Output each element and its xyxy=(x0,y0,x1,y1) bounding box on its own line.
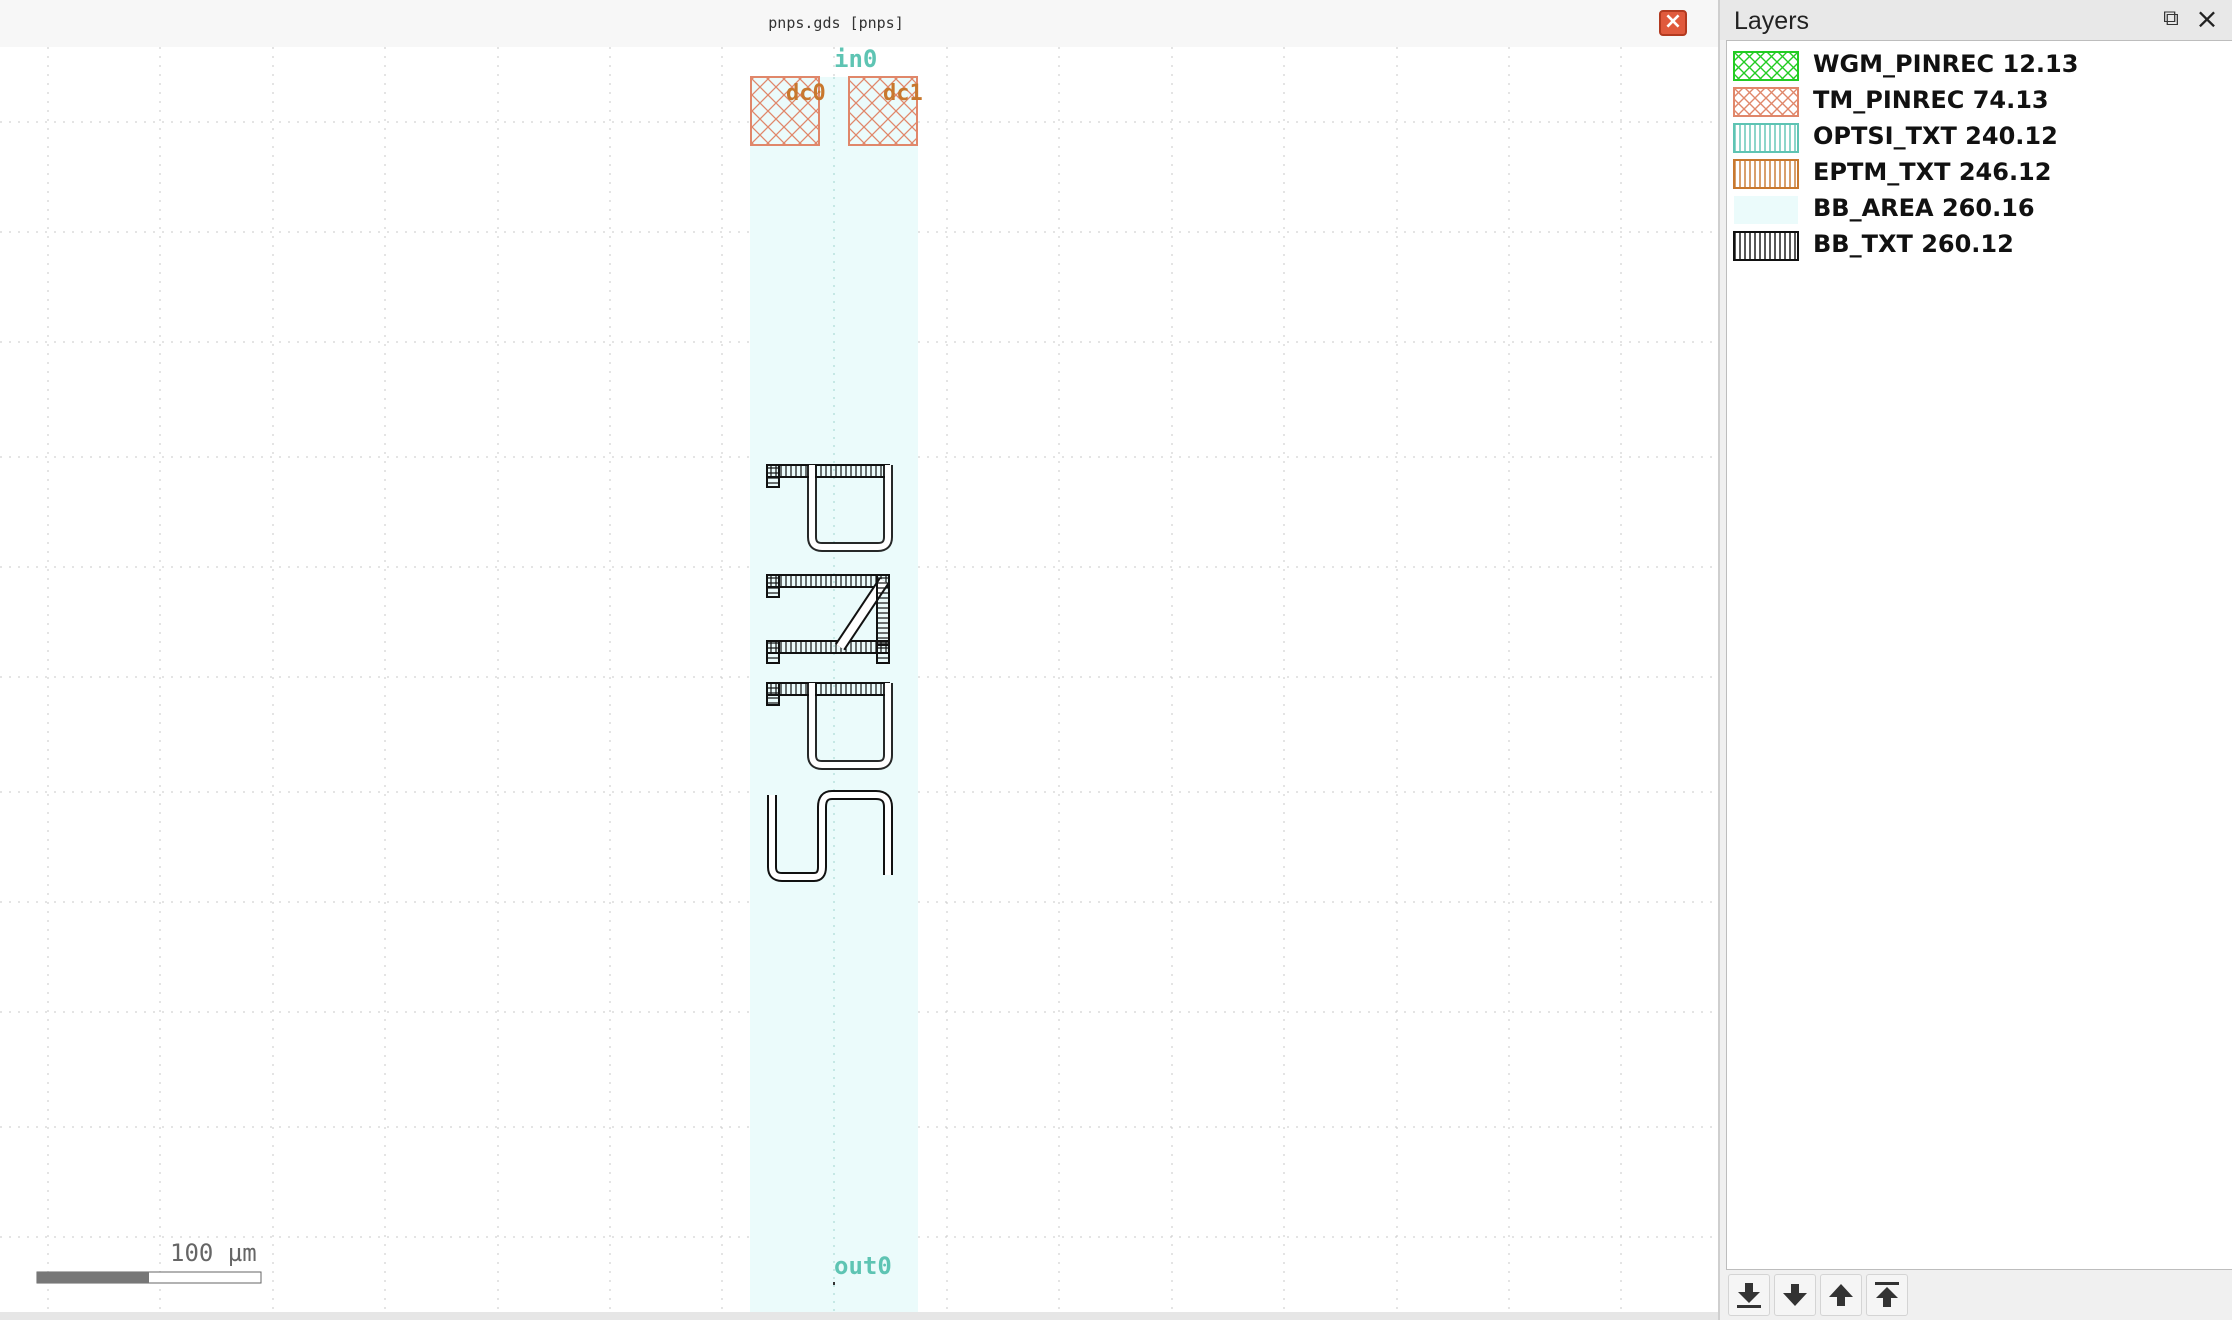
layer-name: WGM_PINREC 12.13 xyxy=(1813,50,2079,78)
layers-dock-header: Layers ⧉ × xyxy=(1720,0,2232,40)
layer-item[interactable]: TM_PINREC 74.13 xyxy=(1727,83,2232,119)
layer-name: OPTSI_TXT 240.12 xyxy=(1813,122,2058,150)
scale-bar: 100 µm xyxy=(36,1239,262,1284)
move-up-icon xyxy=(1829,1284,1853,1306)
view-status-strip xyxy=(0,1312,1718,1320)
layers-dock-title: Layers xyxy=(1734,7,1810,35)
layer-swatch-icon xyxy=(1733,51,1799,81)
dock-float-icon: ⧉ xyxy=(2163,6,2179,31)
layer-item[interactable]: EPTM_TXT 246.12 xyxy=(1727,155,2232,191)
layout-canvas[interactable]: in0 dc0 dc1 out0 100 µm xyxy=(0,47,1718,1312)
move-down-button[interactable] xyxy=(1774,1274,1816,1316)
layer-item[interactable]: BB_TXT 260.12 xyxy=(1727,227,2232,263)
layer-order-toolbar xyxy=(1720,1270,2232,1320)
layer-swatch-icon xyxy=(1733,159,1799,189)
layer-name: EPTM_TXT 246.12 xyxy=(1813,158,2052,186)
move-to-top-icon xyxy=(1875,1282,1899,1307)
layout-view-pane: pnps.gds [pnps] × in0 dc0 dc1 out0 100 µ… xyxy=(0,0,1718,1320)
layer-item[interactable]: BB_AREA 260.16 xyxy=(1727,191,2232,227)
close-view-button[interactable]: × xyxy=(1659,10,1687,36)
klayout-window: pnps.gds [pnps] × in0 dc0 dc1 out0 100 µ… xyxy=(0,0,2232,1320)
dock-close-button[interactable]: × xyxy=(2194,5,2220,33)
move-to-top-button[interactable] xyxy=(1866,1274,1908,1316)
move-to-bottom-button[interactable] xyxy=(1728,1274,1770,1316)
layer-item[interactable]: WGM_PINREC 12.13 xyxy=(1727,47,2232,83)
move-up-button[interactable] xyxy=(1820,1274,1862,1316)
port-dc1-label: dc1 xyxy=(883,81,923,106)
scale-bar-label: 100 µm xyxy=(170,1239,257,1267)
port-out0-label: out0 xyxy=(834,1252,892,1280)
layer-swatch-icon xyxy=(1733,123,1799,153)
layers-dock: Layers ⧉ × WGM_PINREC 12.13 TM_PINREC 74.… xyxy=(1718,0,2232,1320)
view-tab-bar: pnps.gds [pnps] × xyxy=(0,0,1718,47)
layer-swatch-icon xyxy=(1733,87,1799,117)
move-to-bottom-icon xyxy=(1737,1283,1761,1308)
dock-float-button[interactable]: ⧉ xyxy=(2158,8,2184,32)
port-dc0-label: dc0 xyxy=(786,81,826,106)
move-down-icon xyxy=(1783,1284,1807,1306)
layer-name: TM_PINREC 74.13 xyxy=(1813,86,2049,114)
view-title: pnps.gds [pnps] xyxy=(768,14,904,32)
layer-swatch-icon xyxy=(1734,196,1798,224)
port-in0-label: in0 xyxy=(834,47,877,73)
layer-name: BB_AREA 260.16 xyxy=(1813,194,2035,222)
layer-list[interactable]: WGM_PINREC 12.13 TM_PINREC 74.13 OPTSI_TXT… xyxy=(1726,40,2232,1270)
close-x-icon: × xyxy=(1663,9,1683,34)
layer-swatch-icon xyxy=(1733,231,1799,261)
dock-close-icon: × xyxy=(2195,2,2219,35)
layer-name: BB_TXT 260.12 xyxy=(1813,230,2014,258)
layer-item[interactable]: OPTSI_TXT 240.12 xyxy=(1727,119,2232,155)
layout-drawing: in0 dc0 dc1 out0 100 µm xyxy=(0,47,1718,1312)
